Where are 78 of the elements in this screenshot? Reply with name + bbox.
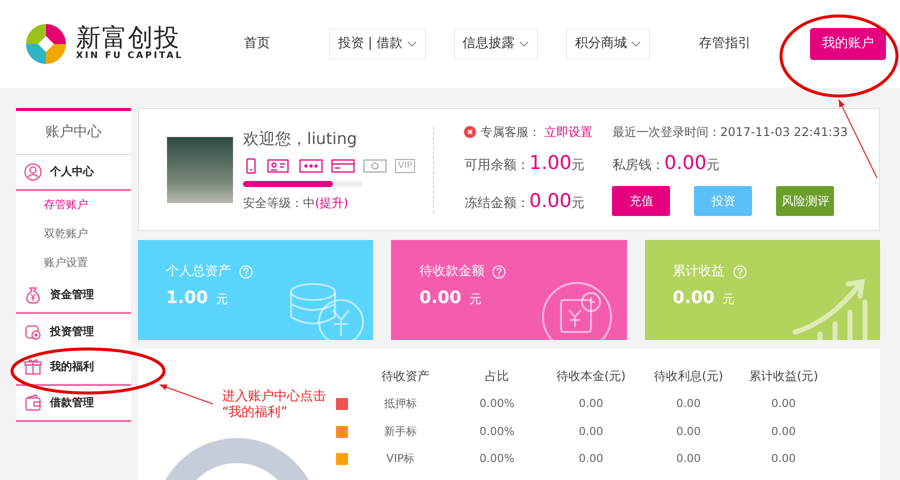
account-button[interactable]: 我的账户 — [810, 28, 886, 60]
currency-unit: 元 — [572, 194, 585, 212]
table-cell-text: 0.00 — [770, 424, 797, 440]
sidebar-item[interactable]: 资金管理 — [16, 278, 131, 314]
help-icon[interactable] — [492, 264, 506, 279]
nav-item[interactable]: 积分商城 — [566, 28, 650, 60]
table-cell-text: 0.00 — [675, 396, 702, 412]
brand-name: 新富创投 — [76, 24, 180, 50]
clock-document-drawing — [542, 282, 612, 340]
nav-item[interactable]: 投资 | 借款 — [328, 28, 426, 60]
wallet-coin-icon — [24, 323, 42, 341]
currency-unit: 元 — [722, 290, 735, 308]
table-cell-text: 0.00 — [675, 424, 702, 440]
annotation-arrow — [159, 384, 214, 404]
gift-icon — [24, 358, 42, 376]
help-icon[interactable] — [239, 264, 253, 279]
tile-title: 待收款金额 — [419, 263, 484, 281]
welcome-text: 欢迎您，liuting — [243, 128, 358, 150]
photo-placeholder — [167, 136, 233, 202]
action-button[interactable]: 充值 — [612, 186, 670, 216]
table-cell-text: 0.00 — [578, 451, 604, 467]
column-header: 累计收益(元) — [748, 368, 820, 385]
help-icon[interactable] — [732, 264, 747, 279]
sidebar-item[interactable]: 借款管理 — [16, 386, 131, 422]
balance-label: 冻结金额： — [464, 194, 530, 212]
balance-label: 可用余额： — [464, 157, 530, 176]
brand-subtitle: XIN FU CAPITAL — [76, 50, 184, 63]
column-header: 占比 — [484, 368, 510, 385]
tile-amount: 1.00 — [166, 286, 208, 310]
set-now-link[interactable]: 立即设置 — [544, 123, 592, 142]
table-cell-text: 0.00% — [478, 396, 516, 412]
upgrade-link[interactable]: (提升) — [315, 196, 348, 210]
tile-amount: 0.00 — [419, 286, 462, 310]
asset-type-label: 抵押标 — [383, 396, 418, 412]
table-cell-text: 0.00 — [675, 451, 702, 467]
sidebar-subitem[interactable]: 账户设置 — [16, 249, 131, 278]
vip-badge: VIP — [395, 158, 416, 173]
balance-label: 私房钱： — [612, 157, 664, 176]
error-icon — [464, 126, 476, 138]
last-login-text: 最近一次登录时间：2017-11-03 22:41:33 — [612, 124, 848, 142]
chevron-down-icon — [631, 40, 641, 47]
currency-unit: 元 — [469, 290, 482, 308]
currency-unit: 元 — [216, 290, 228, 308]
chevron-down-icon — [518, 40, 529, 47]
nav-item[interactable]: 信息披露 — [454, 28, 538, 60]
table-cell-text: 0.00% — [478, 424, 516, 440]
annotation-text: 进入账户中心点击 “我的福利” — [222, 389, 326, 421]
balance-amount: 1.00 — [529, 151, 572, 176]
sidebar-item[interactable]: 个人中心 — [16, 155, 131, 191]
sidebar-subitem[interactable]: 存管账户 — [16, 191, 131, 220]
logo-icon — [24, 22, 68, 66]
balance-amount: 0.00 — [529, 188, 572, 214]
tile-title: 个人总资产 — [166, 263, 231, 281]
table-cell-text: 0.00 — [770, 451, 797, 467]
sidebar-title: 账户中心 — [16, 111, 131, 155]
table-cell-text: 0.00 — [578, 396, 604, 412]
sidebar-subitem[interactable]: 双乾账户 — [16, 220, 131, 249]
column-header: 待收利息(元) — [652, 368, 724, 385]
asset-type-label: VIP标 — [385, 451, 416, 467]
table-cell-text: 0.00 — [770, 396, 797, 412]
service-label: 专属客服： — [480, 124, 540, 142]
tile-title: 累计收益 — [672, 263, 725, 281]
currency-unit: 元 — [572, 157, 585, 176]
asset-type-label: 新手标 — [383, 424, 418, 440]
table-cell-text: 0.00 — [578, 424, 604, 440]
security-level-label: 安全等级：中 — [243, 196, 315, 210]
person-icon — [24, 163, 42, 181]
sidebar-item[interactable]: 我的福利 — [16, 350, 131, 386]
column-header: 待收本金(元) — [555, 368, 627, 385]
sidebar-item[interactable]: 投资管理 — [16, 314, 131, 350]
chevron-down-icon — [406, 40, 417, 47]
money-bag-icon — [24, 286, 42, 304]
balance-amount: 0.00 — [664, 151, 707, 176]
table-cell-text: 0.00% — [478, 451, 516, 467]
wallet-icon — [24, 394, 42, 412]
column-header: 待收资产 — [380, 368, 430, 385]
currency-unit: 元 — [706, 157, 720, 176]
tile-amount: 0.00 — [672, 286, 715, 310]
